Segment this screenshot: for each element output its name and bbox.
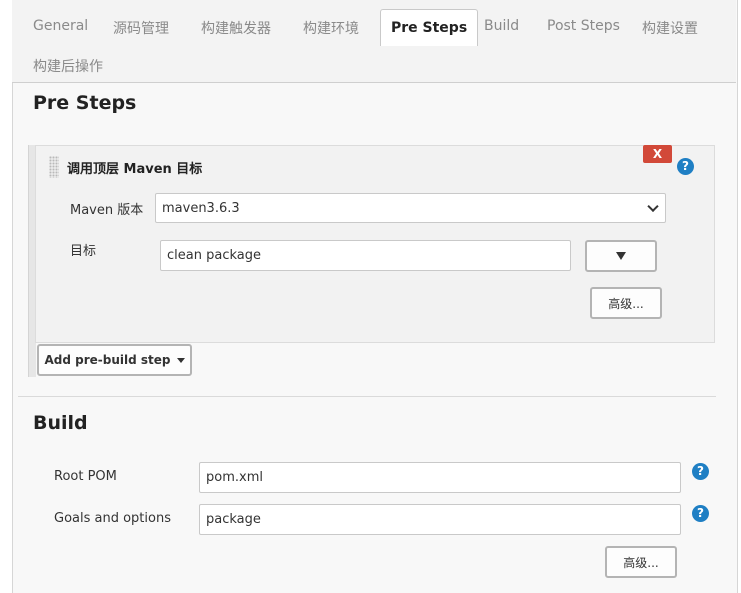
root-pom-value: pom.xml bbox=[206, 470, 263, 485]
root-pom-label: Root POM bbox=[54, 469, 117, 484]
goals-value: clean package bbox=[167, 248, 261, 263]
tab-build-settings[interactable]: 构建设置 bbox=[642, 18, 698, 38]
maven-version-select[interactable]: maven3.6.3 bbox=[155, 193, 666, 223]
step-title: 调用顶层 Maven 目标 bbox=[67, 162, 203, 177]
tab-build-environment[interactable]: 构建环境 bbox=[303, 18, 359, 38]
triangle-down-icon bbox=[616, 252, 626, 260]
help-icon[interactable]: ? bbox=[677, 158, 694, 175]
tab-source-control[interactable]: 源码管理 bbox=[113, 18, 169, 38]
help-icon[interactable]: ? bbox=[692, 463, 709, 480]
tab-bar: General 源码管理 构建触发器 构建环境 Pre Steps Build … bbox=[12, 0, 736, 83]
build-advanced-button[interactable]: 高级... bbox=[605, 546, 677, 578]
chevron-down-icon bbox=[647, 200, 659, 213]
build-heading: Build bbox=[33, 412, 88, 434]
pre-steps-heading: Pre Steps bbox=[33, 92, 137, 114]
delete-step-button[interactable]: X bbox=[643, 145, 672, 163]
drag-handle-icon[interactable] bbox=[49, 156, 59, 178]
goals-options-input[interactable]: package bbox=[199, 504, 681, 535]
tab-post-steps[interactable]: Post Steps bbox=[547, 18, 620, 34]
add-pre-build-step-label: Add pre-build step bbox=[44, 353, 171, 367]
advanced-button[interactable]: 高级... bbox=[590, 287, 662, 319]
tab-pre-steps[interactable]: Pre Steps bbox=[380, 9, 479, 46]
tab-build[interactable]: Build bbox=[484, 18, 519, 34]
maven-version-label: Maven 版本 bbox=[70, 203, 144, 218]
goals-options-label: Goals and options bbox=[54, 511, 171, 526]
add-pre-build-step-button[interactable]: Add pre-build step bbox=[37, 344, 192, 376]
tab-build-triggers[interactable]: 构建触发器 bbox=[201, 18, 271, 38]
caret-down-icon bbox=[176, 357, 185, 363]
maven-version-value: maven3.6.3 bbox=[162, 200, 240, 216]
goals-options-value: package bbox=[206, 512, 261, 527]
help-icon[interactable]: ? bbox=[692, 505, 709, 522]
goals-input[interactable]: clean package bbox=[160, 240, 571, 271]
goals-label: 目标 bbox=[70, 244, 97, 259]
root-pom-input[interactable]: pom.xml bbox=[199, 462, 681, 493]
tab-general[interactable]: General bbox=[33, 18, 88, 34]
expand-goals-button[interactable] bbox=[585, 240, 657, 272]
tab-post-build-actions[interactable]: 构建后操作 bbox=[33, 56, 103, 76]
